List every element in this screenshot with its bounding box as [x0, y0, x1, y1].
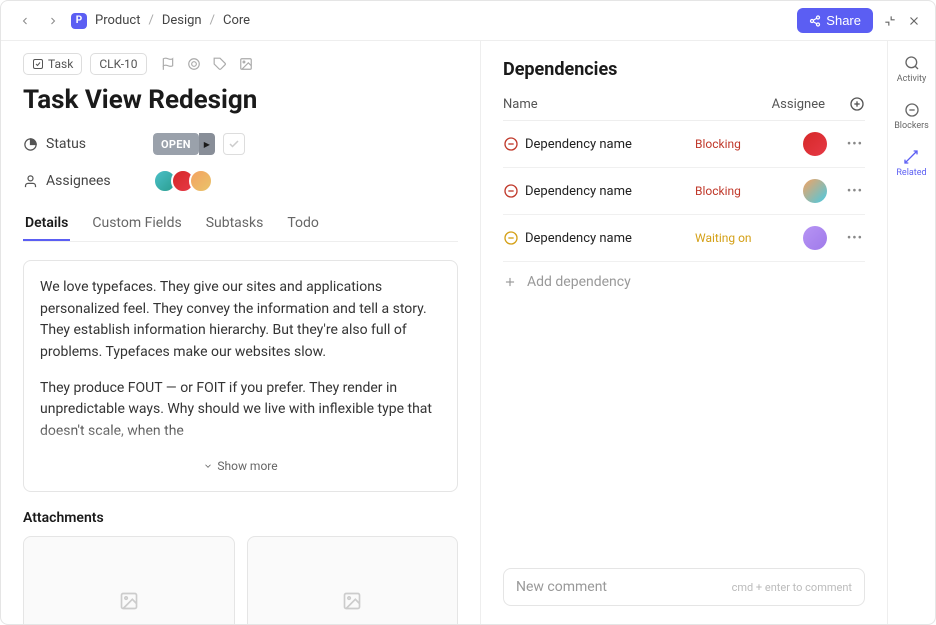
task-header: Task CLK-10	[23, 53, 458, 75]
status-value: OPEN	[161, 138, 191, 151]
dependency-name: Dependency name	[525, 137, 695, 152]
share-label: Share	[826, 13, 861, 28]
breadcrumb-separator: /	[148, 13, 153, 28]
status-badge: OPEN	[153, 133, 199, 155]
dependencies-table-head: Name Assignee	[503, 96, 865, 121]
dependency-more-icon[interactable]: •••	[845, 184, 865, 199]
dependency-assignee[interactable]	[785, 179, 845, 203]
tab-subtasks[interactable]: Subtasks	[204, 207, 266, 241]
share-button[interactable]: Share	[797, 8, 873, 33]
status-label: Status	[23, 136, 153, 152]
rail-blockers-label: Blockers	[894, 121, 929, 131]
description-fade	[24, 421, 457, 461]
description-card[interactable]: We love typefaces. They give our sites a…	[23, 260, 458, 492]
status-next-icon[interactable]: ▶	[199, 133, 215, 155]
blockers-icon	[904, 102, 920, 118]
main-layout: Task CLK-10 Task View Redesign Status OP…	[1, 41, 935, 624]
activity-icon	[904, 55, 920, 71]
rail-related[interactable]: Related	[896, 149, 926, 178]
dependency-status-icon	[503, 136, 525, 152]
topbar-right: Share	[797, 8, 921, 33]
flag-icon[interactable]	[161, 57, 175, 71]
assignees-avatars[interactable]	[153, 169, 213, 193]
tab-details[interactable]: Details	[23, 207, 70, 241]
dependency-tag: Blocking	[695, 184, 785, 198]
image-icon[interactable]	[239, 57, 253, 71]
close-icon[interactable]	[907, 14, 921, 28]
assignees-label: Assignees	[23, 173, 153, 189]
task-id-chip[interactable]: CLK-10	[90, 53, 146, 75]
dependencies-body: Dependencies Name Assignee Dependency na…	[481, 41, 887, 556]
avatar[interactable]	[189, 169, 213, 193]
comment-placeholder: New comment	[516, 579, 607, 595]
add-dependency-label: Add dependency	[527, 274, 631, 290]
right-panel: Dependencies Name Assignee Dependency na…	[481, 41, 887, 624]
breadcrumb-2[interactable]: Core	[223, 13, 250, 28]
comment-hint: cmd + enter to comment	[732, 581, 852, 594]
topbar: P Product / Design / Core Share	[1, 1, 935, 41]
left-panel: Task CLK-10 Task View Redesign Status OP…	[1, 41, 481, 624]
attachments	[23, 536, 458, 624]
rail-activity-label: Activity	[897, 74, 926, 84]
dependency-row[interactable]: Dependency name Waiting on •••	[503, 215, 865, 262]
side-rail: Activity Blockers Related	[887, 41, 935, 624]
dependency-more-icon[interactable]: •••	[845, 231, 865, 246]
dependency-row[interactable]: Dependency name Blocking •••	[503, 121, 865, 168]
comment-input[interactable]: New comment cmd + enter to comment	[503, 568, 865, 606]
dependency-tag: Waiting on	[695, 231, 785, 245]
dependency-status-icon	[503, 183, 525, 199]
task-header-icons	[161, 57, 253, 71]
dependency-tag: Blocking	[695, 137, 785, 151]
task-type-label: Task	[48, 57, 73, 71]
topbar-left: P Product / Design / Core	[15, 13, 250, 29]
dependencies-rows: Dependency name Blocking ••• Dependency …	[503, 121, 865, 262]
nav-forward-icon[interactable]	[43, 13, 63, 29]
dependency-status-icon	[503, 230, 525, 246]
col-name: Name	[503, 97, 538, 112]
rail-related-label: Related	[896, 168, 926, 178]
dependency-more-icon[interactable]: •••	[845, 137, 865, 152]
sprint-icon[interactable]	[187, 57, 201, 71]
tag-icon[interactable]	[213, 57, 227, 71]
col-assignee: Assignee	[772, 97, 825, 112]
assignees-label-text: Assignees	[46, 173, 111, 189]
rail-activity[interactable]: Activity	[897, 55, 926, 84]
dependency-assignee[interactable]	[785, 226, 845, 250]
dependency-name: Dependency name	[525, 184, 695, 199]
dependency-row[interactable]: Dependency name Blocking •••	[503, 168, 865, 215]
task-id: CLK-10	[99, 57, 137, 71]
comment-bar: New comment cmd + enter to comment	[481, 556, 887, 624]
related-icon	[903, 149, 919, 165]
add-column-icon[interactable]	[849, 96, 865, 112]
attachment-card[interactable]	[23, 536, 235, 624]
meta-status-row: Status OPEN ▶	[23, 133, 458, 155]
attachments-title: Attachments	[23, 510, 458, 526]
attachment-card[interactable]	[247, 536, 459, 624]
tab-todo[interactable]: Todo	[285, 207, 321, 241]
tabs: Details Custom Fields Subtasks Todo	[23, 207, 458, 242]
add-dependency-button[interactable]: Add dependency	[503, 262, 865, 302]
status-label-text: Status	[46, 136, 86, 152]
breadcrumb-0[interactable]: Product	[95, 13, 140, 28]
complete-checkbox[interactable]	[223, 133, 245, 155]
minimize-icon[interactable]	[883, 14, 897, 28]
meta-assignees-row: Assignees	[23, 169, 458, 193]
status-dropdown[interactable]: OPEN ▶	[153, 133, 215, 155]
task-type-chip[interactable]: Task	[23, 53, 82, 75]
nav-back-icon[interactable]	[15, 13, 35, 29]
task-title[interactable]: Task View Redesign	[23, 85, 458, 115]
breadcrumb-separator: /	[210, 13, 215, 28]
tab-custom-fields[interactable]: Custom Fields	[90, 207, 183, 241]
dependencies-title: Dependencies	[503, 59, 865, 80]
rail-blockers[interactable]: Blockers	[894, 102, 929, 131]
dependency-name: Dependency name	[525, 231, 695, 246]
description-paragraph: We love typefaces. They give our sites a…	[40, 277, 441, 364]
dependency-assignee[interactable]	[785, 132, 845, 156]
breadcrumb-1[interactable]: Design	[162, 13, 202, 28]
breadcrumb-project-icon[interactable]: P	[71, 13, 87, 29]
